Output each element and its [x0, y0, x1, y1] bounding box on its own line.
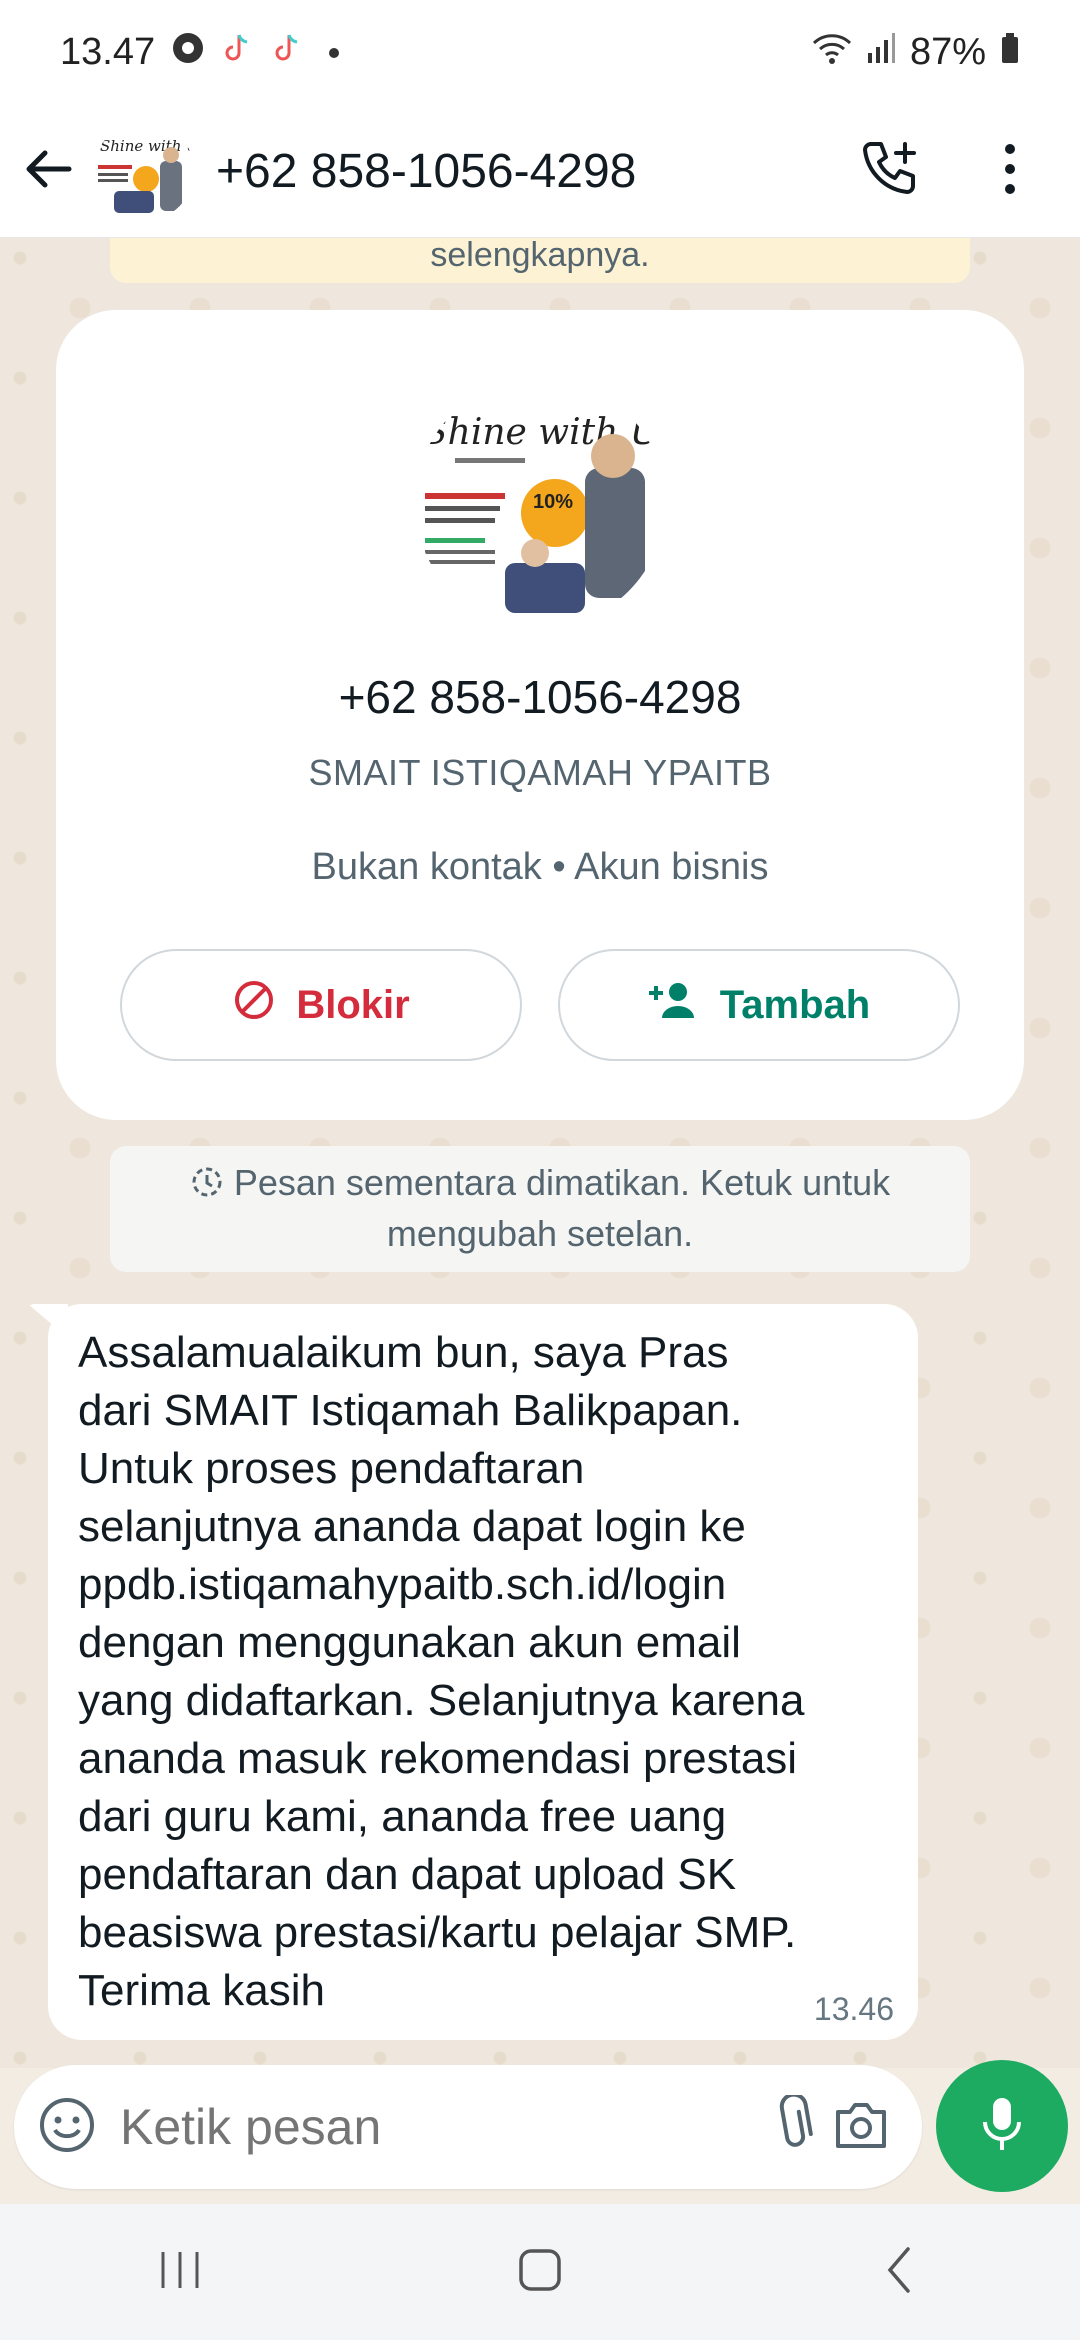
add-call-button[interactable] [850, 131, 930, 211]
timer-icon [190, 1164, 224, 1211]
add-contact-button[interactable]: Tambah [558, 949, 960, 1061]
contact-avatar[interactable]: Shine with Us [94, 121, 194, 221]
home-button[interactable] [460, 2222, 620, 2322]
person-add-icon [648, 980, 700, 1030]
encryption-notice-text: selengkapnya. [430, 238, 650, 274]
attach-button[interactable] [763, 2087, 823, 2167]
business-profile-card: Shine with Us 10% +62 858-1056-4298 SMAI… [56, 310, 1024, 1120]
incoming-message[interactable]: Assalamualaikum bun, saya Pras dari SMAI… [48, 1304, 918, 2040]
message-composer [14, 2065, 922, 2189]
contact-status: Bukan kontak • Akun bisnis [311, 846, 769, 888]
nav-back-button[interactable] [820, 2222, 980, 2322]
encryption-notice[interactable]: selengkapnya. [110, 238, 970, 283]
more-options-button[interactable] [970, 131, 1050, 211]
wifi-icon [812, 31, 852, 75]
message-text: Assalamualaikum bun, saya Pras dari SMAI… [78, 1328, 805, 2015]
back-button[interactable] [4, 126, 94, 216]
more-vert-icon [1000, 141, 1020, 202]
notification-dot-icon [329, 47, 340, 58]
battery-icon [1000, 31, 1020, 75]
block-button[interactable]: Blokir [120, 949, 522, 1061]
paperclip-icon [773, 2092, 813, 2160]
profile-phone-number: +62 858-1056-4298 [338, 671, 742, 723]
block-icon [232, 978, 276, 1032]
profile-avatar[interactable]: Shine with Us 10% [415, 378, 665, 628]
disappearing-messages-notice[interactable]: Pesan sementara dimatikan. Ketuk untuk m… [110, 1146, 970, 1272]
block-label: Blokir [296, 982, 410, 1027]
chevron-left-icon [880, 2245, 920, 2300]
status-bar: 13.47 87% [0, 0, 1080, 105]
status-time: 13.47 [60, 31, 156, 73]
voice-message-button[interactable] [936, 2060, 1068, 2192]
recent-apps-icon [155, 2248, 205, 2297]
chat-area[interactable]: selengkapnya. Shine with Us 10% +62 858-… [0, 238, 1080, 2068]
profile-avatar-badge: 10% [533, 491, 573, 513]
chrome-icon [171, 31, 205, 75]
recent-apps-button[interactable] [100, 2222, 260, 2322]
emoji-button[interactable] [38, 2092, 96, 2162]
avatar-logo-text: Shine with Us [100, 137, 194, 155]
signal-icon [866, 31, 896, 75]
camera-button[interactable] [823, 2087, 898, 2167]
chat-header: Shine with Us +62 858-1056-4298 [0, 105, 1080, 238]
tiktok-icon [271, 31, 305, 75]
arrow-left-icon [23, 143, 75, 200]
battery-percent: 87% [909, 31, 986, 73]
emoji-icon [38, 2096, 96, 2159]
message-timestamp: 13.46 [813, 1991, 894, 2027]
tiktok-icon [221, 31, 255, 75]
add-contact-label: Tambah [719, 982, 871, 1027]
business-name: SMAIT ISTIQAMAH YPAITB [308, 752, 772, 793]
chat-title[interactable]: +62 858-1056-4298 [216, 144, 636, 199]
mic-icon [977, 2094, 1027, 2159]
home-icon [515, 2245, 565, 2300]
add-call-icon [859, 138, 921, 205]
camera-icon [832, 2100, 890, 2155]
disappearing-notice-text: Pesan sementara dimatikan. Ketuk untuk m… [233, 1162, 891, 1254]
message-input[interactable] [120, 2098, 763, 2156]
system-navigation-bar [0, 2204, 1080, 2340]
